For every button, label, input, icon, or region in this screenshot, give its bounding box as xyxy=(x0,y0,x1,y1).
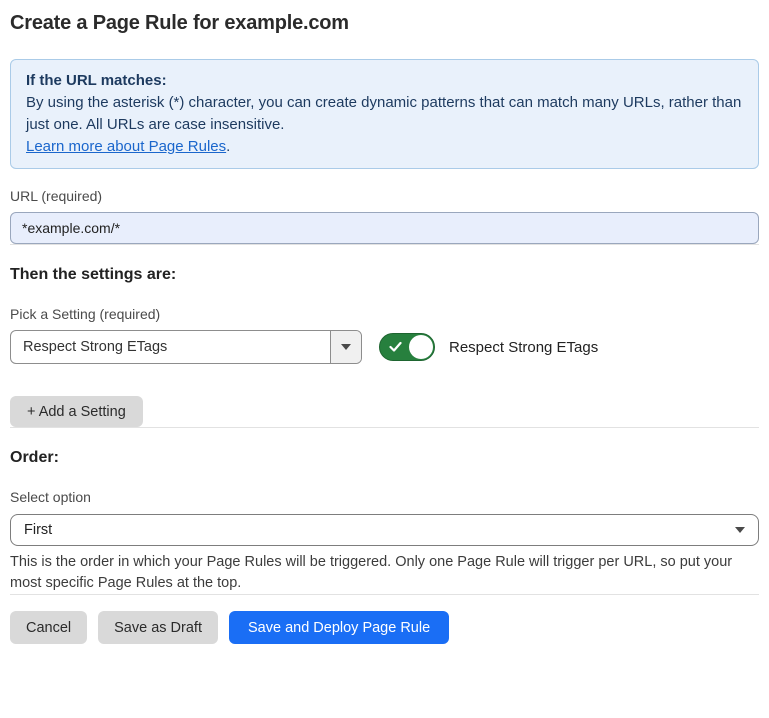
setting-select-arrow-button[interactable] xyxy=(330,331,361,363)
url-label: URL (required) xyxy=(10,188,759,204)
url-input[interactable] xyxy=(10,212,759,244)
footer-actions: Cancel Save as Draft Save and Deploy Pag… xyxy=(10,611,759,644)
save-draft-button[interactable]: Save as Draft xyxy=(98,611,218,644)
section-divider xyxy=(10,427,759,428)
learn-more-link[interactable]: Learn more about Page Rules xyxy=(26,138,226,155)
info-box-link-line: Learn more about Page Rules. xyxy=(26,136,743,158)
link-suffix: . xyxy=(226,138,230,155)
setting-row: Respect Strong ETags Respect Strong ETag… xyxy=(10,330,759,364)
setting-toggle-label: Respect Strong ETags xyxy=(449,339,598,356)
info-box-body: By using the asterisk (*) character, you… xyxy=(26,92,743,136)
create-page-rule-form: Create a Page Rule for example.com If th… xyxy=(0,0,769,644)
setting-select-value: Respect Strong ETags xyxy=(11,331,330,363)
toggle-knob xyxy=(409,335,433,359)
footer-divider xyxy=(10,594,759,595)
info-box-heading: If the URL matches: xyxy=(26,70,743,92)
select-option-label: Select option xyxy=(10,489,759,505)
setting-toggle[interactable] xyxy=(379,333,435,361)
settings-section-heading: Then the settings are: xyxy=(10,265,759,284)
url-match-info-box: If the URL matches: By using the asteris… xyxy=(10,59,759,169)
order-select-value: First xyxy=(24,522,52,538)
section-divider xyxy=(10,244,759,245)
setting-select[interactable]: Respect Strong ETags xyxy=(10,330,362,364)
cancel-button[interactable]: Cancel xyxy=(10,611,87,644)
page-title: Create a Page Rule for example.com xyxy=(10,12,759,35)
pick-setting-label: Pick a Setting (required) xyxy=(10,306,759,322)
order-section-heading: Order: xyxy=(10,448,759,467)
add-setting-button[interactable]: + Add a Setting xyxy=(10,396,143,427)
order-select[interactable]: First xyxy=(10,514,759,546)
caret-down-icon xyxy=(735,527,745,533)
check-icon xyxy=(389,342,402,353)
order-description: This is the order in which your Page Rul… xyxy=(10,552,759,594)
caret-down-icon xyxy=(341,344,351,350)
save-deploy-button[interactable]: Save and Deploy Page Rule xyxy=(229,611,449,644)
